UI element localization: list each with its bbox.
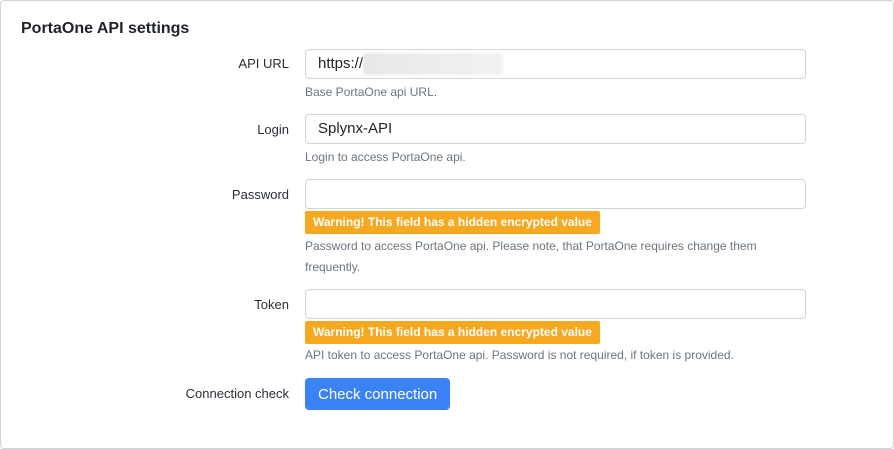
api-url-help: Base PortaOne api URL. (305, 85, 438, 99)
password-warning-badge: Warning! This field has a hidden encrypt… (305, 211, 600, 234)
login-label: Login (257, 122, 289, 137)
check-connection-button[interactable]: Check connection (305, 378, 451, 410)
password-label: Password (231, 187, 289, 202)
login-value: Splynx-API (318, 120, 393, 137)
token-input[interactable] (305, 289, 806, 319)
settings-card: PortaOne API settings API URL https:// B… (0, 0, 894, 449)
login-input[interactable]: Splynx-API (305, 114, 806, 144)
token-label: Token (254, 297, 289, 312)
token-warning-badge: Warning! This field has a hidden encrypt… (305, 321, 600, 344)
connection-check-label: Connection check (185, 386, 289, 401)
token-help: API token to access PortaOne api. Passwo… (305, 348, 734, 362)
password-help-line1: Password to access PortaOne api. Please … (305, 239, 757, 253)
login-help: Login to access PortaOne api. (305, 150, 466, 164)
api-url-value: https:// (318, 55, 364, 72)
password-input[interactable] (305, 179, 806, 209)
redacted-url-blur (363, 53, 504, 76)
section-title: PortaOne API settings (21, 20, 190, 37)
api-url-input[interactable]: https:// (305, 49, 806, 79)
password-help-line2: frequently. (305, 260, 361, 274)
api-url-label: API URL (238, 56, 289, 71)
